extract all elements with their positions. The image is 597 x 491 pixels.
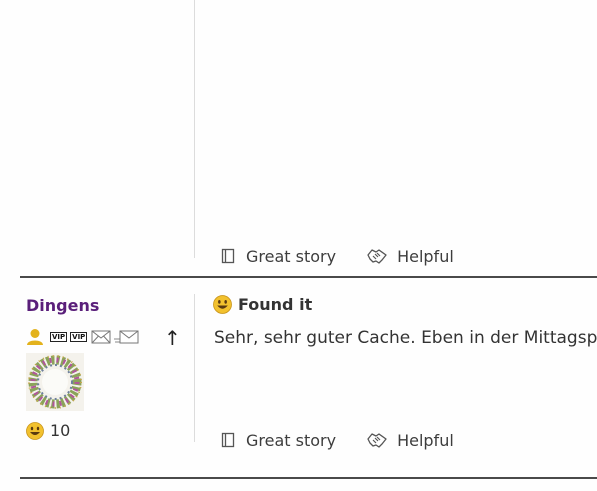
great-story-label: Great story [246, 430, 337, 450]
mail-send-icon[interactable] [114, 330, 140, 344]
handshake-icon [367, 433, 387, 448]
helpful-label: Helpful [397, 246, 454, 266]
smiley-icon [26, 421, 44, 440]
smiley-icon [213, 295, 232, 314]
log-type-label: Found it [238, 295, 313, 314]
user-badges: VIP VIP [26, 326, 140, 348]
column-divider [194, 0, 195, 258]
scroll-up-arrow[interactable]: ↑ [164, 326, 181, 350]
username-link[interactable]: Dingens [26, 296, 99, 315]
great-story-button[interactable]: Great story [220, 247, 336, 266]
found-count: 10 [26, 421, 70, 440]
great-story-label: Great story [246, 246, 337, 266]
great-story-button[interactable]: Great story [220, 431, 336, 450]
book-icon [221, 432, 235, 448]
helpful-button[interactable]: Helpful [367, 431, 454, 450]
vip-badge: VIP [70, 332, 88, 342]
book-icon [221, 248, 235, 264]
entry-separator [20, 276, 597, 278]
helpful-button[interactable]: Helpful [367, 247, 454, 266]
log-text: Sehr, sehr guter Cache. Eben in der Mitt… [214, 328, 597, 348]
person-icon [27, 329, 43, 345]
column-divider [194, 294, 195, 442]
log-type: Found it [213, 295, 312, 314]
entry-separator [20, 477, 597, 479]
vip-badge: VIP [50, 332, 68, 342]
helpful-label: Helpful [397, 430, 454, 450]
mail-icon[interactable] [91, 330, 111, 344]
log-actions: Great story Helpful [220, 428, 454, 452]
user-avatar [26, 353, 84, 411]
found-count-value: 10 [50, 421, 71, 440]
log-actions: Great story Helpful [220, 244, 454, 268]
handshake-icon [367, 249, 387, 264]
